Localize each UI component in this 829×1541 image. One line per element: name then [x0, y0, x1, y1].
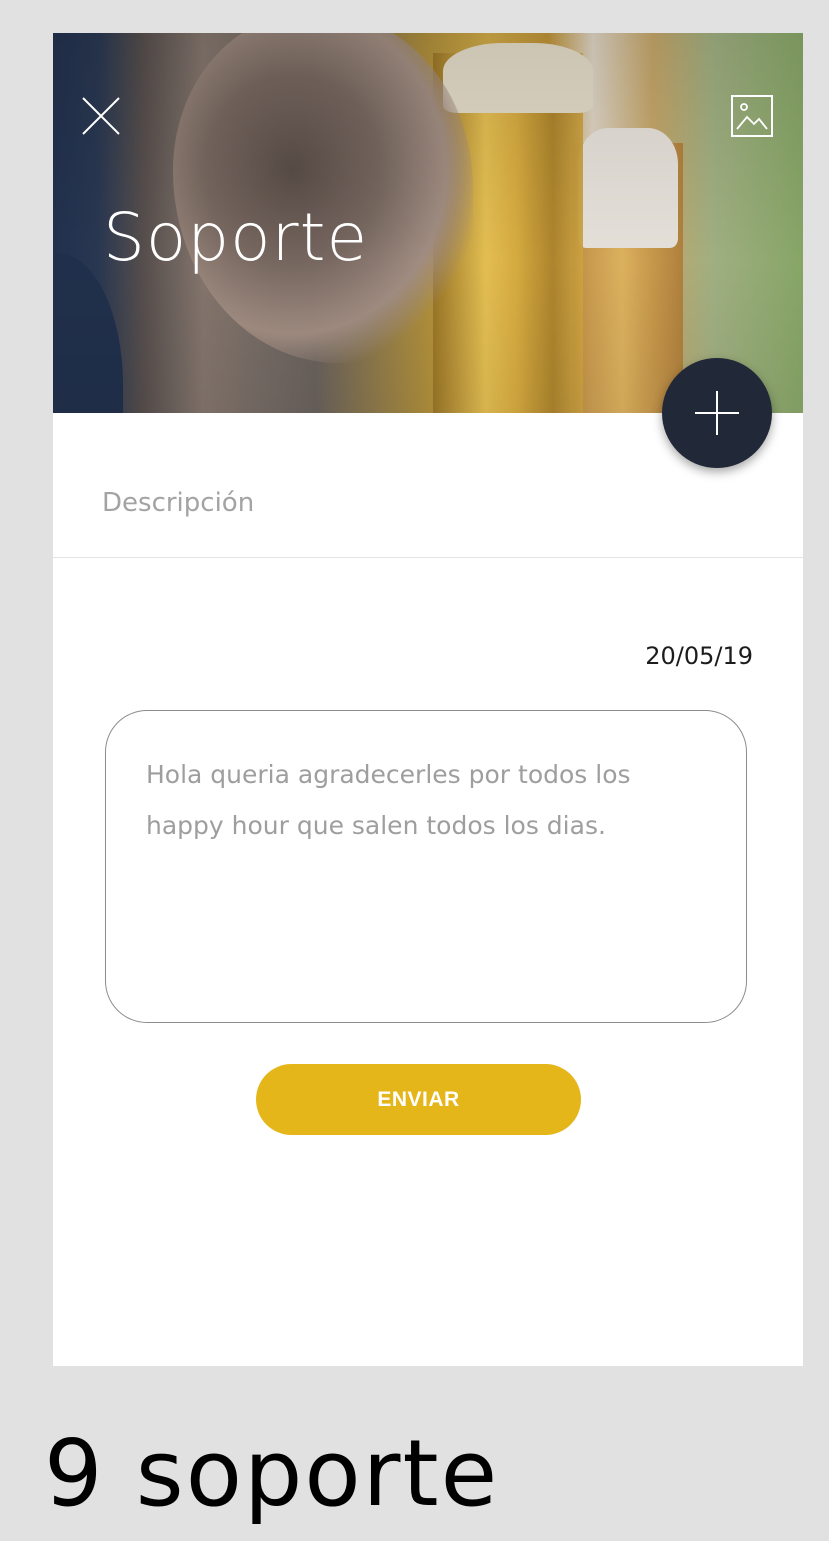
send-button[interactable]: ENVIAR — [256, 1064, 581, 1135]
message-date: 20/05/19 — [645, 642, 753, 670]
page-title: Soporte — [103, 199, 369, 276]
description-input[interactable] — [102, 483, 642, 523]
description-field — [53, 413, 803, 558]
message-textarea[interactable]: Hola queria agradecerles por todos los h… — [105, 710, 747, 1023]
message-text: Hola queria agradecerles por todos los h… — [146, 760, 631, 840]
support-screen: Soporte 20/05/19 Hola queria agradecerle… — [53, 33, 803, 1366]
hero-image: Soporte — [53, 33, 803, 413]
screen-caption: 9 soporte — [44, 1420, 500, 1527]
image-icon[interactable] — [731, 95, 773, 137]
close-icon[interactable] — [81, 96, 121, 136]
